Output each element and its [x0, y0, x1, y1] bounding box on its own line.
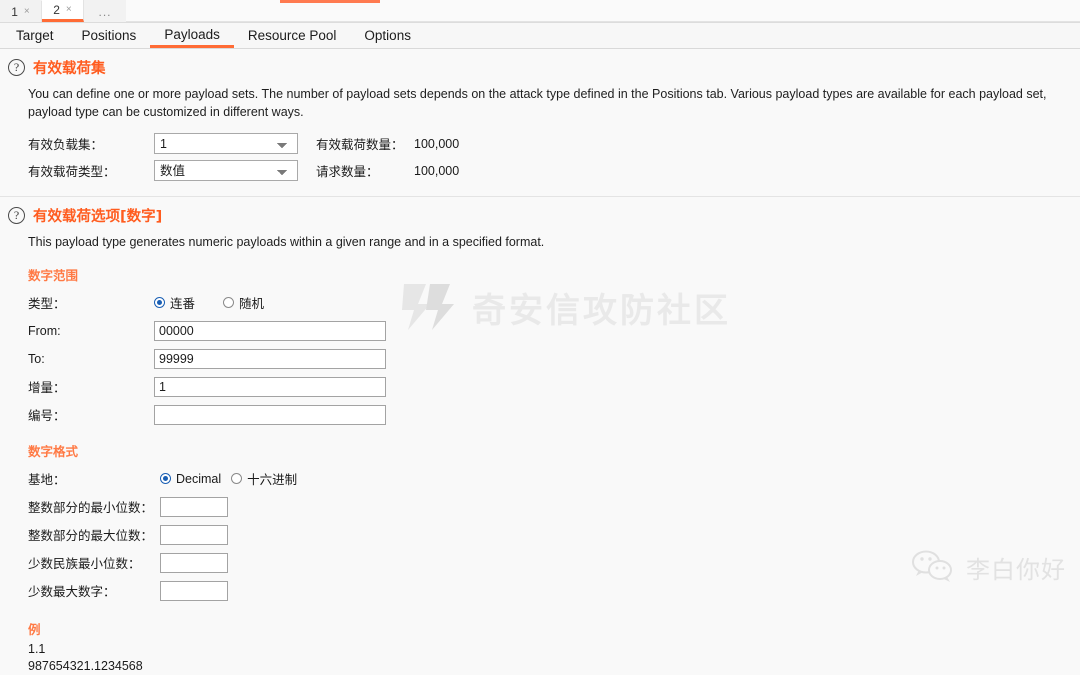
- window-tab-1[interactable]: 1 ×: [0, 1, 42, 22]
- tab-resource-pool-label: Resource Pool: [247, 28, 337, 43]
- payload-sets-form: 有效负载集： 1 有效载荷数量： 100,000 有效载荷类型： 数值 请求数量…: [28, 132, 1080, 182]
- tabstrip-filler: [126, 0, 1080, 22]
- radio-dot-icon: [160, 473, 171, 484]
- payload-sets-title: 有效载荷集: [33, 61, 106, 77]
- max-int-digits-input[interactable]: [160, 524, 228, 545]
- window-tab-more[interactable]: ...: [84, 1, 126, 22]
- tab-target[interactable]: Target: [2, 23, 68, 48]
- payload-set-row: 有效负载集： 1 有效载荷数量： 100,000: [28, 132, 1080, 155]
- window-tab-2[interactable]: 2 ×: [42, 0, 84, 22]
- base-radio-group: Decimal 十六进制: [160, 469, 325, 488]
- min-int-digits-input[interactable]: [160, 496, 228, 517]
- number-format-subtitle: 数字格式: [28, 444, 79, 459]
- example-line-1: 1.1: [28, 642, 46, 656]
- request-count-label: 请求数量：: [316, 165, 379, 179]
- to-input[interactable]: [154, 348, 386, 369]
- step-row: 增量：: [28, 374, 1080, 399]
- min-int-digits-label: 整数部分的最小位数：: [28, 501, 154, 515]
- number-input[interactable]: [154, 404, 386, 425]
- tab-options-label: Options: [364, 28, 411, 43]
- radio-decimal-label: Decimal: [176, 471, 222, 486]
- question-mark-icon[interactable]: ?: [8, 207, 25, 224]
- number-range-subtitle: 数字范围: [28, 268, 79, 283]
- range-type-row: 类型： 连番 随机: [28, 291, 1080, 314]
- tab-positions[interactable]: Positions: [68, 23, 151, 48]
- tabstrip-accent-bar: [280, 0, 380, 3]
- max-int-digits-row: 整数部分的最大位数：: [28, 522, 1080, 547]
- request-count-value: 100,000: [414, 163, 460, 178]
- payload-options-header: ? 有效载荷选项[数字]: [0, 197, 1080, 226]
- payload-options-description: This payload type generates numeric payl…: [28, 235, 545, 249]
- number-label: 编号：: [28, 409, 66, 423]
- example-line-2: 987654321.1234568: [28, 659, 143, 673]
- radio-random-label: 随机: [239, 297, 265, 311]
- min-frac-digits-input[interactable]: [160, 552, 228, 573]
- tab-payloads-label: Payloads: [164, 26, 220, 42]
- tab-options[interactable]: Options: [350, 23, 425, 48]
- from-input[interactable]: [154, 320, 386, 341]
- payload-options-title: 有效载荷选项[数字]: [33, 209, 163, 225]
- payload-count-value: 100,000: [414, 136, 460, 151]
- to-label: To:: [28, 351, 45, 366]
- radio-random[interactable]: 随机: [223, 293, 264, 312]
- from-row: From:: [28, 318, 1080, 343]
- max-int-digits-label: 整数部分的最大位数：: [28, 529, 154, 543]
- payload-type-label: 有效载荷类型：: [28, 165, 116, 179]
- window-tab-1-label: 1: [11, 4, 18, 19]
- from-label: From:: [28, 323, 61, 338]
- tab-resource-pool[interactable]: Resource Pool: [234, 23, 351, 48]
- payload-set-label: 有效负载集：: [28, 138, 104, 152]
- number-range-form: 类型： 连番 随机 From: To:: [28, 291, 1080, 427]
- range-type-label: 类型：: [28, 297, 66, 311]
- radio-sequential[interactable]: 连番: [154, 293, 195, 312]
- radio-hex-label: 十六进制: [247, 473, 298, 487]
- payload-options-section: ? 有效载荷选项[数字] This payload type generates…: [0, 197, 1080, 675]
- payload-type-row: 有效载荷类型： 数值 请求数量： 100,000: [28, 159, 1080, 182]
- close-icon[interactable]: ×: [66, 4, 72, 15]
- close-icon[interactable]: ×: [24, 6, 30, 17]
- radio-decimal[interactable]: Decimal: [160, 472, 221, 486]
- min-frac-digits-label: 少数民族最小位数：: [28, 557, 141, 571]
- payloads-panel: ? 有效载荷集 You can define one or more paylo…: [0, 49, 1080, 675]
- payload-sets-description: You can define one or more payload sets.…: [28, 87, 1047, 119]
- min-frac-digits-row: 少数民族最小位数：: [28, 550, 1080, 575]
- nav-tab-bar: Target Positions Payloads Resource Pool …: [0, 23, 1080, 49]
- window-tab-more-label: ...: [98, 4, 112, 19]
- window-tab-2-label: 2: [53, 2, 60, 17]
- payload-count-label: 有效载荷数量：: [316, 138, 404, 152]
- step-input[interactable]: [154, 376, 386, 397]
- base-row: 基地： Decimal 十六进制: [28, 467, 1080, 490]
- step-label: 增量：: [28, 381, 66, 395]
- radio-hex[interactable]: 十六进制: [231, 469, 297, 488]
- max-frac-digits-row: 少数最大数字：: [28, 578, 1080, 603]
- payload-set-select[interactable]: 1: [154, 133, 298, 154]
- tab-positions-label: Positions: [81, 28, 137, 43]
- window-tab-strip: 1 × 2 × ...: [0, 0, 1080, 23]
- number-row: 编号：: [28, 402, 1080, 427]
- payload-type-select[interactable]: 数值: [154, 160, 298, 181]
- base-label: 基地：: [28, 473, 66, 487]
- radio-dot-icon: [231, 473, 243, 484]
- radio-dot-icon: [223, 297, 235, 308]
- radio-dot-icon: [154, 297, 165, 308]
- to-row: To:: [28, 346, 1080, 371]
- question-mark-icon[interactable]: ?: [8, 59, 25, 76]
- number-format-form: 基地： Decimal 十六进制 整数部分的最小位数： 整数部分的最大位数： 少…: [28, 467, 1080, 603]
- max-frac-digits-label: 少数最大数字：: [28, 585, 116, 599]
- payload-sets-section: ? 有效载荷集 You can define one or more paylo…: [0, 49, 1080, 197]
- range-type-radio-group: 连番 随机: [154, 293, 292, 312]
- payload-sets-header: ? 有效载荷集: [0, 49, 1080, 78]
- example-title: 例: [28, 622, 41, 637]
- max-frac-digits-input[interactable]: [160, 580, 228, 601]
- min-int-digits-row: 整数部分的最小位数：: [28, 494, 1080, 519]
- tab-payloads[interactable]: Payloads: [150, 23, 234, 48]
- tab-target-label: Target: [16, 28, 54, 43]
- radio-sequential-label: 连番: [170, 297, 196, 311]
